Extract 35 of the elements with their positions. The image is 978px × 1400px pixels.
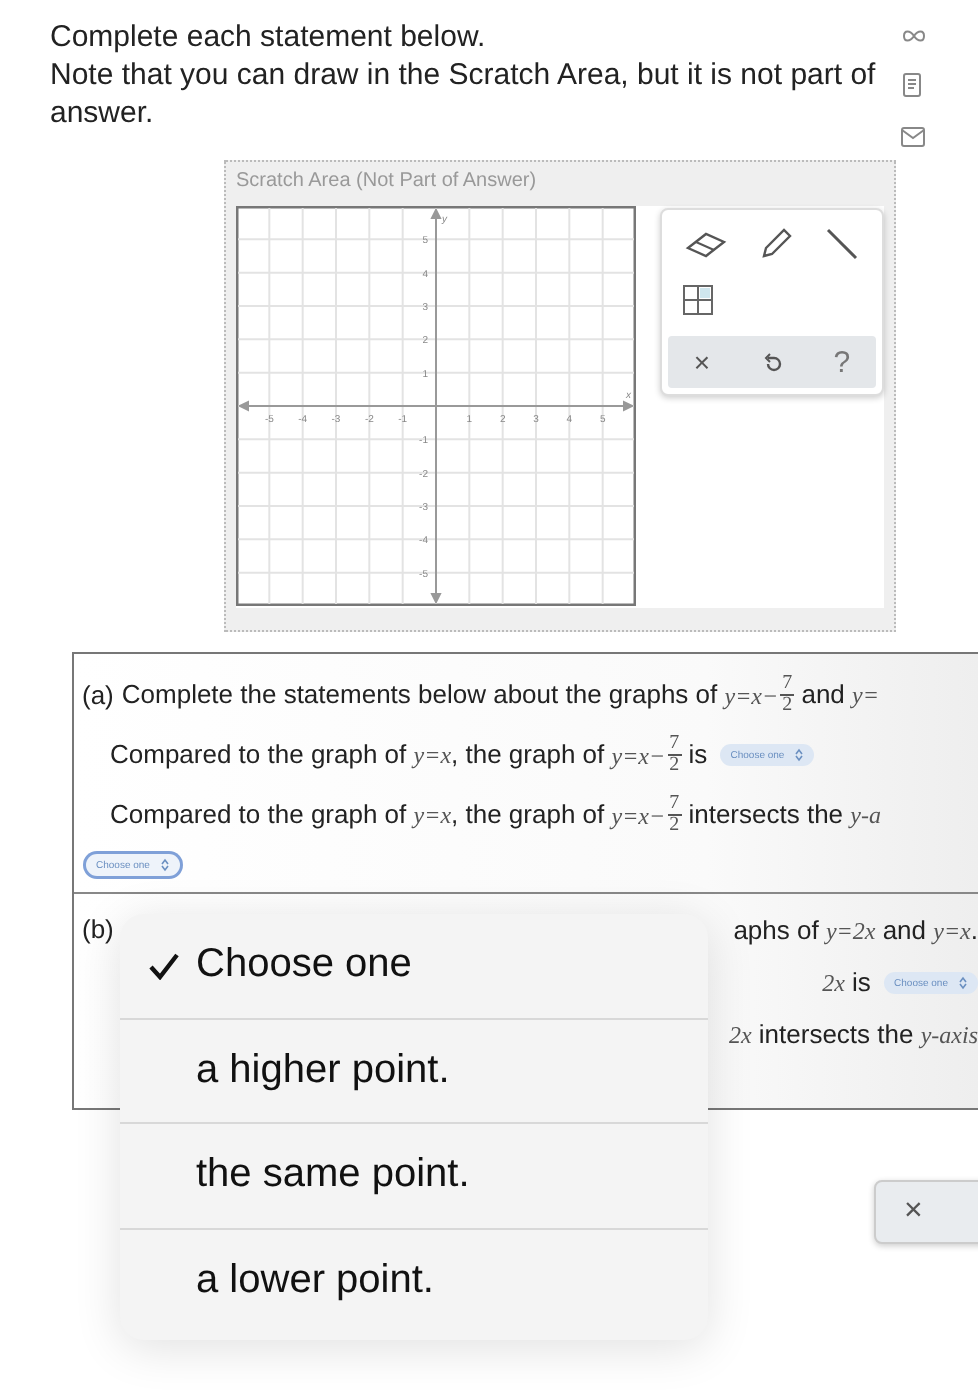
math-expression: 2x <box>822 969 845 998</box>
clear-button[interactable]: × <box>874 1180 978 1244</box>
statement-text: intersects the <box>756 1019 916 1050</box>
statement-text: and <box>799 679 847 710</box>
help-button[interactable]: ? <box>833 345 851 379</box>
instruction-text: Complete each statement below. <box>50 20 486 54</box>
statement-text: is <box>686 739 710 770</box>
part-label: (b) <box>82 912 114 948</box>
statement-text: intersects the <box>686 799 846 830</box>
dropdown-option[interactable]: Choose one <box>120 914 708 1017</box>
part-label: (a) <box>82 679 114 710</box>
instruction-text: answer. <box>50 96 154 130</box>
math-expression: y=x <box>413 801 452 830</box>
math-expression: y=x <box>413 741 452 770</box>
clear-button[interactable]: × <box>693 346 711 378</box>
statement-text: aphs of <box>733 915 821 946</box>
dropdown-option[interactable]: the same point. <box>120 1122 708 1227</box>
dropdown-option[interactable]: a lower point. <box>120 1227 708 1332</box>
math-expression: y-axis <box>920 1021 978 1050</box>
statement-text: Complete the statements below about the graphs of <box>121 679 720 710</box>
math-expression: y= <box>852 681 879 710</box>
statement-text: Compared to the graph of <box>110 739 409 770</box>
math-expression: y=2x <box>825 917 876 946</box>
math-expression: 2x <box>728 1021 752 1050</box>
dropdown-option[interactable]: a higher point. <box>120 1017 708 1122</box>
math-expression: y=x <box>933 917 971 946</box>
statement-text: . <box>970 915 978 946</box>
statement-text: , the graph of <box>451 799 607 830</box>
statement-text: and <box>880 915 929 946</box>
statement-text: Compared to the graph of <box>110 799 409 830</box>
instruction-text: Note that you can draw in the Scratch Area, but it is not part of <box>50 58 876 92</box>
statement-text: is <box>850 967 873 998</box>
statement-text: , the graph of <box>451 739 607 770</box>
scratch-title: Scratch Area (Not Part of Answer) <box>236 170 539 192</box>
math-expression: y-a <box>850 801 881 830</box>
